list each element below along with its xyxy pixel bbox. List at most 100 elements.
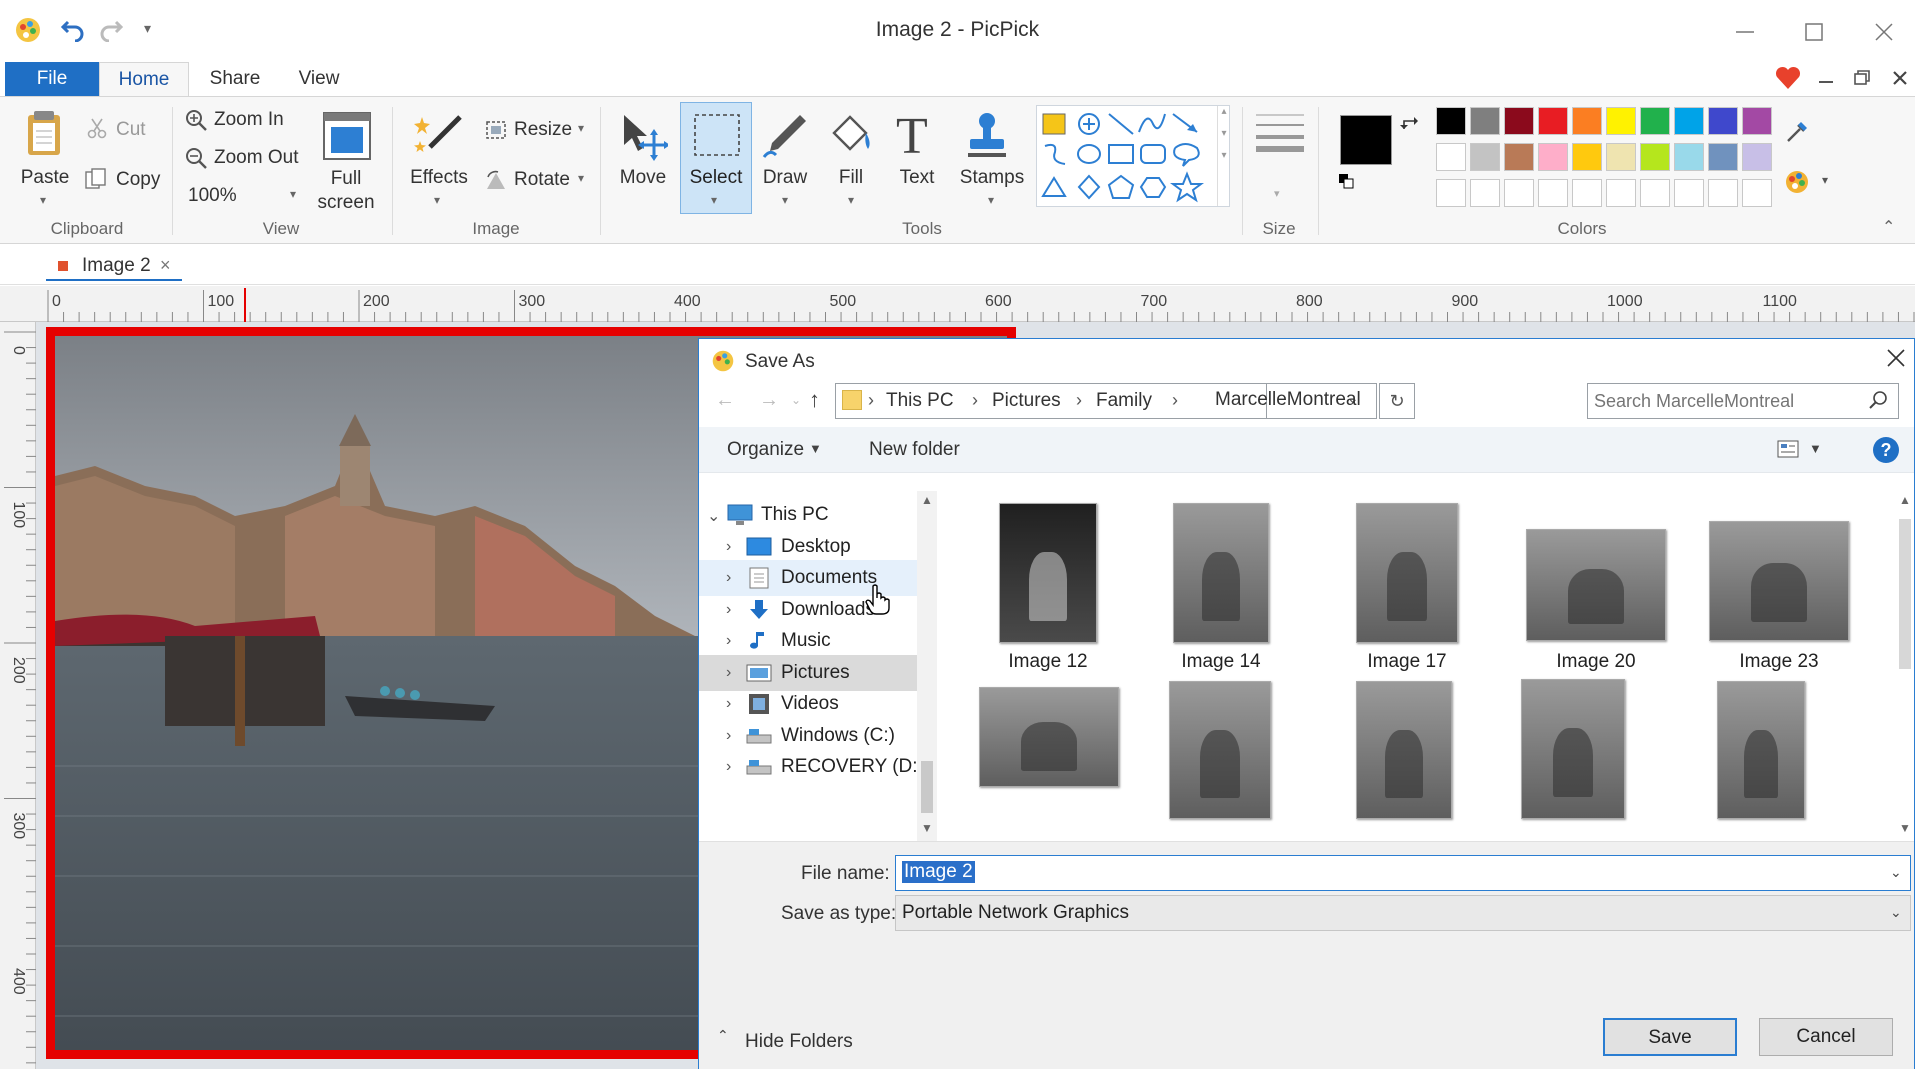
scroll-down-icon[interactable]: ▼ (1899, 821, 1911, 835)
zoom-out-button[interactable]: Zoom Out (214, 147, 298, 169)
search-icon[interactable] (1868, 390, 1888, 410)
file-name-dropdown-icon[interactable]: ⌄ (1890, 864, 1902, 881)
shapes-gallery-scroll[interactable]: ▴ ▾ ▾ (1217, 106, 1230, 206)
paste-icon[interactable] (24, 109, 64, 157)
palette-color-swatch[interactable] (1742, 143, 1772, 171)
file-name-input[interactable]: Image 2 ⌄ (895, 855, 1911, 891)
palette-color-swatch[interactable] (1640, 143, 1670, 171)
files-scrollbar[interactable]: ▲ ▼ (1895, 491, 1915, 841)
custom-color-slot[interactable] (1538, 179, 1568, 207)
palette-color-swatch[interactable] (1436, 107, 1466, 135)
effects-button[interactable]: Effects (404, 167, 474, 189)
close-tab-icon[interactable]: × (160, 255, 171, 276)
new-folder-button[interactable]: New folder (869, 439, 960, 461)
select-button[interactable]: Select ▾ (680, 102, 752, 214)
reset-colors-icon[interactable] (1338, 173, 1354, 189)
palette-color-swatch[interactable] (1708, 107, 1738, 135)
effects-dropdown-icon[interactable]: ▾ (434, 193, 440, 207)
custom-color-slot[interactable] (1640, 179, 1670, 207)
move-icon[interactable] (618, 111, 668, 161)
move-button[interactable]: Move (610, 167, 676, 189)
breadcrumb-this-pc[interactable]: This PC (886, 390, 954, 412)
cancel-button[interactable]: Cancel (1759, 1018, 1893, 1056)
view-dropdown-icon[interactable]: ▼ (1809, 441, 1822, 456)
custom-color-slot[interactable] (1436, 179, 1466, 207)
palette-color-swatch[interactable] (1572, 143, 1602, 171)
chevron-right-icon[interactable]: › (726, 727, 731, 745)
size-dropdown-icon[interactable]: ▾ (1274, 187, 1280, 200)
full-screen-icon[interactable] (322, 111, 372, 161)
help-icon[interactable]: ? (1873, 437, 1899, 463)
chevron-right-icon[interactable]: › (726, 632, 731, 650)
stamps-dropdown-icon[interactable]: ▾ (988, 193, 994, 207)
nav-scrollbar[interactable]: ▲ ▼ (917, 491, 937, 841)
custom-color-slot[interactable] (1470, 179, 1500, 207)
palette-color-swatch[interactable] (1538, 107, 1568, 135)
heart-icon[interactable] (1774, 65, 1802, 91)
chevron-right-icon[interactable]: › (726, 538, 731, 556)
chevron-right-icon[interactable]: › (726, 758, 731, 776)
scroll-up-icon[interactable]: ▲ (921, 493, 933, 507)
custom-color-slot[interactable] (1742, 179, 1772, 207)
palette-color-swatch[interactable] (1504, 143, 1534, 171)
scroll-thumb[interactable] (1899, 519, 1911, 669)
swap-colors-icon[interactable] (1400, 115, 1418, 133)
up-arrow-icon[interactable]: ↑ (809, 387, 820, 413)
chevron-down-icon[interactable]: ⌄ (707, 506, 720, 526)
scroll-up-icon[interactable]: ▲ (1899, 493, 1911, 507)
palette-color-swatch[interactable] (1708, 143, 1738, 171)
stamps-button[interactable]: Stamps (954, 167, 1030, 189)
stamp-icon[interactable] (962, 111, 1012, 161)
effects-icon[interactable] (412, 111, 464, 161)
doc-close-icon[interactable] (1890, 68, 1910, 88)
tab-share[interactable]: Share (200, 62, 270, 96)
chevron-right-icon[interactable]: › (726, 695, 731, 713)
zoom-in-button[interactable]: Zoom In (214, 109, 284, 131)
color-wheel-icon[interactable] (1784, 169, 1810, 195)
organize-button[interactable]: Organize (727, 439, 804, 461)
breadcrumb-pictures[interactable]: Pictures (992, 390, 1061, 412)
hide-folders-button[interactable]: Hide Folders (745, 1031, 853, 1053)
doc-minimize-icon[interactable] (1816, 72, 1836, 88)
palette-color-swatch[interactable] (1674, 143, 1704, 171)
palette-color-swatch[interactable] (1504, 107, 1534, 135)
copy-icon[interactable] (84, 167, 108, 191)
text-tool-icon[interactable]: T (896, 107, 928, 166)
tab-home[interactable]: Home (99, 62, 189, 98)
palette-color-swatch[interactable] (1674, 107, 1704, 135)
search-box[interactable] (1587, 383, 1899, 419)
scroll-thumb[interactable] (921, 761, 933, 813)
address-bar[interactable]: › This PC › Pictures › Family › (835, 383, 1267, 419)
text-button[interactable]: Text (884, 167, 950, 189)
back-arrow-icon[interactable]: ← (715, 389, 735, 412)
resize-dropdown-icon[interactable]: ▾ (578, 121, 584, 135)
draw-icon[interactable] (760, 111, 810, 161)
close-window-button[interactable] (1854, 12, 1914, 52)
paste-button[interactable]: Paste (14, 167, 76, 189)
zoom-in-icon[interactable] (184, 108, 208, 132)
resize-icon[interactable] (484, 119, 508, 141)
chevron-right-icon[interactable]: › (726, 569, 731, 587)
maximize-button[interactable] (1784, 12, 1844, 52)
custom-color-slot[interactable] (1572, 179, 1602, 207)
paste-dropdown-icon[interactable]: ▾ (40, 193, 46, 207)
palette-color-swatch[interactable] (1436, 143, 1466, 171)
color-options-dropdown-icon[interactable]: ▾ (1822, 173, 1828, 187)
scroll-down-icon[interactable]: ▼ (921, 821, 933, 835)
save-type-dropdown-icon[interactable]: ⌄ (1890, 904, 1902, 921)
rotate-button[interactable]: Rotate (514, 169, 570, 191)
zoom-dropdown-icon[interactable]: ▾ (290, 187, 296, 201)
zoom-level-select[interactable]: 100% (188, 185, 237, 207)
organize-dropdown-icon[interactable]: ▼ (809, 441, 822, 456)
view-options-icon[interactable] (1777, 439, 1799, 459)
custom-color-slot[interactable] (1504, 179, 1534, 207)
palette-color-swatch[interactable] (1742, 107, 1772, 135)
refresh-icon[interactable]: ↻ (1379, 383, 1415, 419)
copy-button[interactable]: Copy (116, 169, 160, 191)
close-dialog-icon[interactable] (1885, 347, 1907, 369)
nav-item-recovery-d[interactable]: › RECOVERY (D:) (699, 749, 924, 785)
palette-color-swatch[interactable] (1470, 143, 1500, 171)
forward-arrow-icon[interactable]: → (759, 389, 779, 412)
chevron-right-icon[interactable]: › (726, 601, 731, 619)
search-input[interactable] (1594, 388, 1858, 414)
